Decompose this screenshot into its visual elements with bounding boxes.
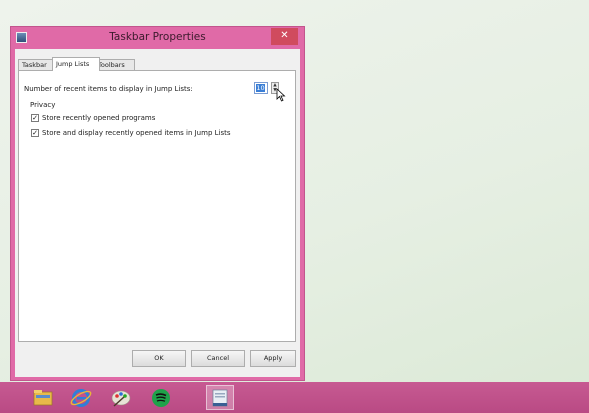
ok-button[interactable]: OK	[132, 350, 186, 367]
store-items-label: Store and display recently opened items …	[42, 129, 231, 137]
jump-lists-panel: Number of recent items to display in Jum…	[18, 70, 296, 342]
dialog-title: Taskbar Properties	[109, 31, 206, 43]
tab-jump-lists[interactable]: Jump Lists	[52, 57, 100, 71]
apply-button[interactable]: Apply	[250, 350, 296, 367]
recent-items-value: 10	[256, 84, 265, 92]
store-programs-checkbox[interactable]: ✓	[31, 114, 39, 122]
dialog-client-area: Taskbar Jump Lists Toolbars Number of re…	[15, 49, 300, 377]
store-programs-label: Store recently opened programs	[42, 114, 156, 122]
privacy-group-label: Privacy	[30, 101, 56, 109]
internet-explorer-icon[interactable]	[68, 385, 94, 410]
mouse-cursor-icon	[276, 88, 286, 102]
recent-items-input[interactable]: 10	[254, 82, 268, 94]
store-items-checkbox[interactable]: ✓	[31, 129, 39, 137]
taskbar-properties-icon[interactable]	[206, 385, 234, 410]
close-button[interactable]: ✕	[271, 28, 298, 45]
cancel-button[interactable]: Cancel	[191, 350, 245, 367]
recent-items-label: Number of recent items to display in Jum…	[24, 85, 193, 93]
paint-icon[interactable]	[108, 385, 134, 410]
taskbar	[0, 382, 589, 413]
taskbar-properties-dialog: Taskbar Properties ✕ Taskbar Jump Lists …	[10, 26, 305, 381]
file-explorer-icon[interactable]	[30, 385, 56, 410]
title-bar[interactable]: Taskbar Properties ✕	[11, 27, 304, 49]
spotify-icon[interactable]	[148, 385, 174, 410]
